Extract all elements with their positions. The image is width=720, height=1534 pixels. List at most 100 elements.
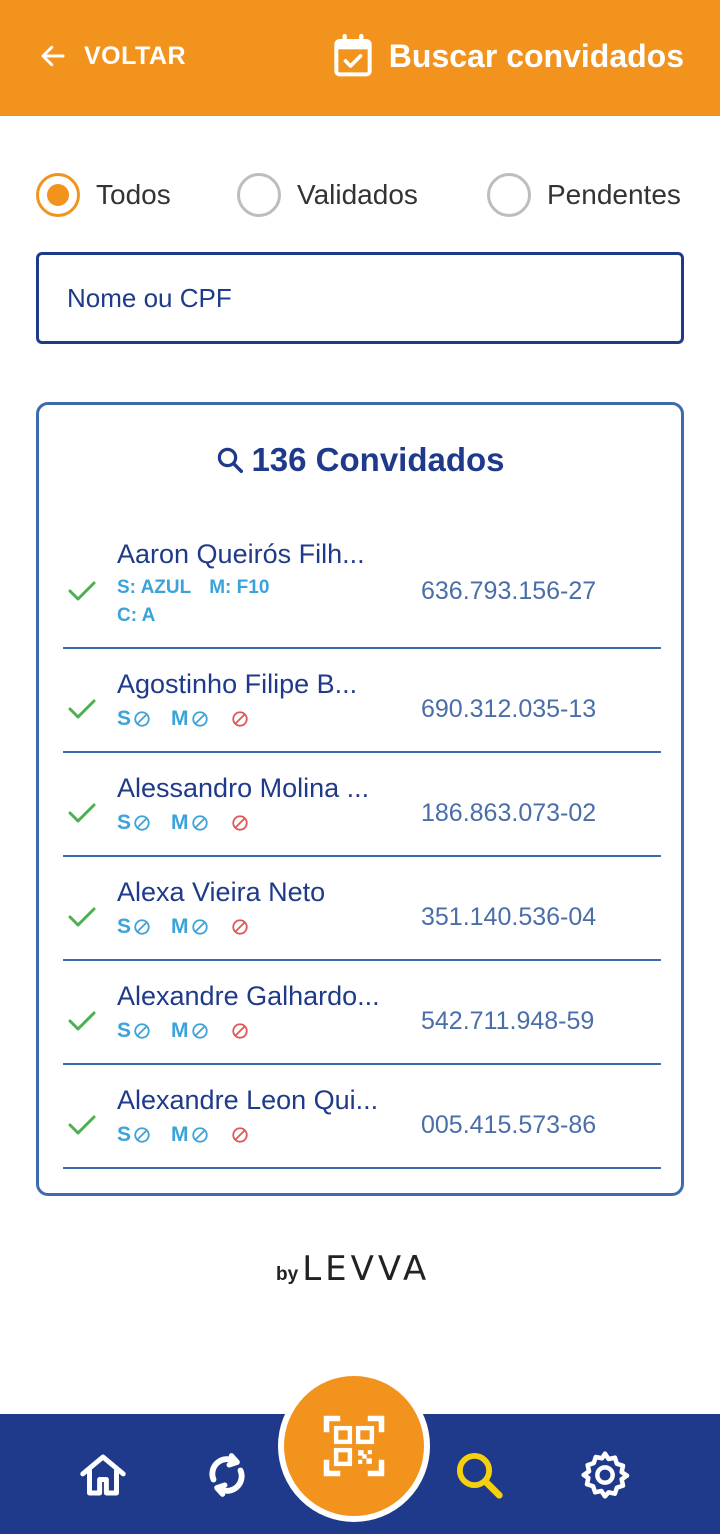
category-tag — [229, 1022, 249, 1040]
no-value-icon — [191, 1127, 208, 1143]
no-value-icon — [191, 919, 208, 935]
check-icon — [68, 581, 96, 601]
nav-search[interactable] — [452, 1448, 506, 1502]
sector-label: S — [117, 1019, 132, 1042]
guest-cpf: 005.415.573-86 — [421, 1111, 597, 1139]
no-value-icon — [191, 711, 208, 727]
guest-row[interactable]: Alessandro Molina ... S M 186.863.073-02 — [63, 753, 661, 857]
qr-code-icon — [323, 1415, 385, 1477]
guest-row[interactable]: Aaron Queirós Filh... S: AZUL M: F10 C: A… — [63, 517, 661, 649]
mesa-tag: M — [171, 707, 209, 731]
guest-name: Alexa Vieira Neto — [117, 877, 326, 907]
check-icon — [68, 699, 96, 719]
no-value-icon — [191, 1023, 208, 1039]
guest-tags: S M — [117, 1019, 249, 1043]
category-tag — [229, 1126, 249, 1144]
guest-cpf: 636.793.156-27 — [421, 577, 597, 605]
nav-home[interactable] — [76, 1448, 130, 1502]
guest-category: C: A — [117, 605, 156, 626]
page-title-group: Buscar convidados — [333, 30, 684, 82]
search-field — [36, 252, 684, 344]
no-value-icon — [134, 711, 150, 727]
nav-sync[interactable] — [200, 1448, 254, 1502]
filter-pendentes-radio[interactable]: Pendentes — [487, 170, 681, 220]
guest-row[interactable]: Agostinho Filipe B... S M 690.312.035-13 — [63, 649, 661, 753]
guest-cpf: 351.140.536-04 — [421, 903, 597, 931]
no-value-icon — [134, 815, 150, 831]
filter-todos-label: Todos — [96, 179, 171, 210]
mesa-tag: M — [171, 1019, 209, 1043]
radio-checked-icon — [36, 173, 80, 217]
blocked-icon — [231, 919, 248, 935]
arrow-left-icon — [41, 45, 65, 67]
blocked-icon — [231, 711, 248, 727]
sector-label: S — [117, 915, 132, 938]
no-value-icon — [134, 1023, 150, 1039]
search-icon — [218, 447, 244, 473]
check-icon — [68, 1011, 96, 1031]
guest-cpf: 542.711.948-59 — [421, 1007, 595, 1035]
mesa-label: M — [171, 915, 189, 938]
guest-count-header: 136 Convidados — [39, 435, 681, 485]
guest-name: Alexandre Galhardo... — [117, 981, 380, 1011]
guest-mesa: M: F10 — [209, 577, 270, 598]
sector-label: S — [117, 1123, 132, 1146]
check-icon — [68, 803, 96, 823]
guest-list-card: 136 Convidados Aaron Queirós Filh... S: … — [36, 402, 684, 1196]
no-value-icon — [191, 815, 208, 831]
guest-sector-mesa: S: AZUL M: F10 — [117, 577, 269, 599]
mesa-label: M — [171, 1019, 189, 1042]
sector-label: S — [117, 811, 132, 834]
brand-name: LEVVA — [302, 1249, 431, 1289]
home-icon — [80, 1454, 126, 1496]
radio-unchecked-icon — [487, 173, 531, 217]
blocked-icon — [231, 815, 248, 831]
no-value-icon — [134, 1127, 150, 1143]
scan-qr-button[interactable] — [278, 1370, 430, 1522]
search-input[interactable] — [39, 255, 681, 341]
sector-tag: S — [117, 1019, 151, 1043]
filter-pendentes-label: Pendentes — [547, 179, 681, 210]
mesa-label: M — [171, 707, 189, 730]
category-tag — [229, 814, 249, 832]
calendar-check-icon — [334, 34, 372, 77]
guest-name: Agostinho Filipe B... — [117, 669, 358, 699]
sector-tag: S — [117, 915, 151, 939]
brand-logo: by LEVVA — [276, 1246, 430, 1286]
blocked-icon — [231, 1127, 248, 1143]
mesa-label: M — [171, 1123, 189, 1146]
guest-cpf: 690.312.035-13 — [421, 695, 597, 723]
guest-name: Alexandre Leon Qui... — [117, 1085, 379, 1115]
top-bar: VOLTAR Buscar convidados — [0, 0, 720, 116]
check-icon — [68, 907, 96, 927]
nav-settings[interactable] — [578, 1448, 632, 1502]
filter-validados-label: Validados — [297, 179, 418, 210]
guest-tags: S M — [117, 1123, 249, 1147]
check-icon — [68, 1115, 96, 1135]
filter-validados-radio[interactable]: Validados — [237, 170, 418, 220]
category-tag — [229, 710, 249, 728]
guest-row[interactable]: Alexandre Galhardo... S M 542.711.948-59 — [63, 961, 661, 1065]
settings-icon — [581, 1451, 630, 1499]
mesa-tag: M — [171, 811, 209, 835]
category-tag — [229, 918, 249, 936]
search-icon — [456, 1452, 503, 1499]
sector-tag: S — [117, 811, 151, 835]
guest-name: Aaron Queirós Filh... — [117, 539, 365, 569]
radio-unchecked-icon — [237, 173, 281, 217]
guest-tags: S M — [117, 811, 249, 835]
page-title: Buscar convidados — [388, 37, 684, 74]
guest-tags: S M — [117, 707, 249, 731]
back-button[interactable]: VOLTAR — [38, 36, 186, 76]
sector-tag: S — [117, 1123, 151, 1147]
guest-tags: S M — [117, 915, 249, 939]
brand-by: by — [276, 1264, 299, 1285]
mesa-tag: M — [171, 1123, 209, 1147]
guest-count-title: 136 Convidados — [251, 441, 505, 478]
back-label: VOLTAR — [84, 41, 187, 70]
guest-row[interactable]: Alexa Vieira Neto S M 351.140.536-04 — [63, 857, 661, 961]
blocked-icon — [231, 1023, 248, 1039]
filter-todos-radio[interactable]: Todos — [36, 170, 171, 220]
guest-row[interactable]: Alexandre Leon Qui... S M 005.415.573-86 — [63, 1065, 661, 1169]
mesa-label: M — [171, 811, 189, 834]
